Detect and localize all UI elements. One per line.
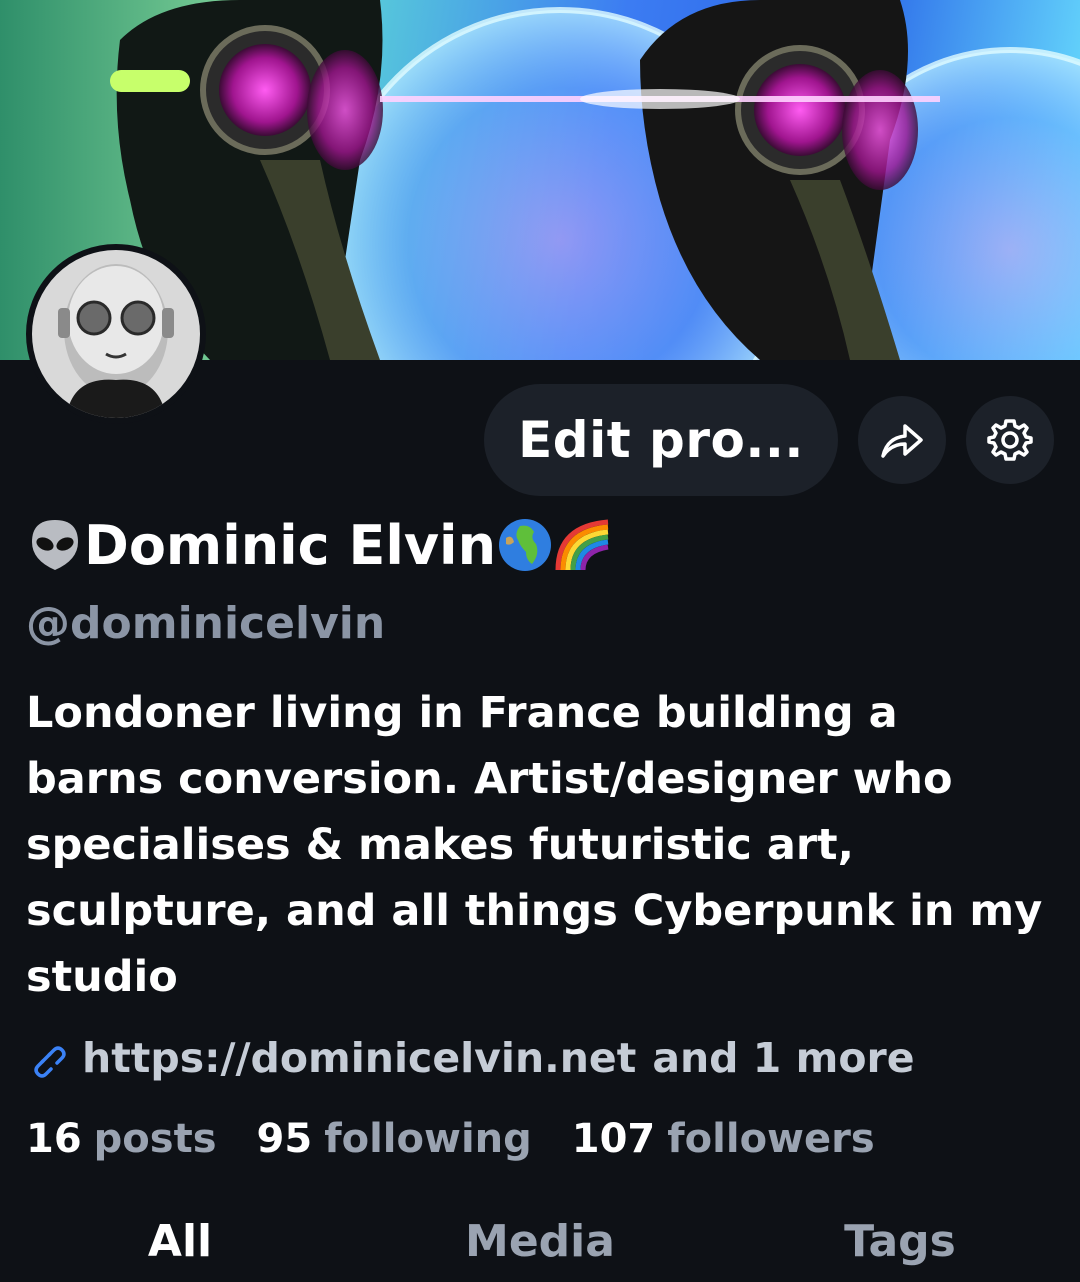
following-number: 95 xyxy=(256,1116,313,1162)
alien-icon xyxy=(26,516,84,574)
posts-count[interactable]: 16 posts xyxy=(26,1116,217,1162)
profile-actions: Edit pro... xyxy=(484,384,1054,496)
tab-all[interactable]: All xyxy=(148,1216,212,1267)
profile-links: https://dominicelvin.net and 1 more xyxy=(26,1034,915,1082)
profile-stats: 16 posts 95 following 107 followers xyxy=(26,1116,915,1162)
rainbow-icon xyxy=(554,516,612,574)
tab-media[interactable]: Media xyxy=(465,1216,615,1267)
globe-europe-africa-icon xyxy=(496,516,554,574)
posts-number: 16 xyxy=(26,1116,82,1162)
display-name: Dominic Elvin xyxy=(26,508,612,582)
profile-bio: Londoner living in France building a bar… xyxy=(26,688,1043,1002)
followers-label: followers xyxy=(667,1116,875,1162)
avatar-image xyxy=(32,250,200,418)
following-count[interactable]: 95 following xyxy=(257,1116,532,1162)
display-name-text: Dominic Elvin xyxy=(84,513,497,577)
tab-tags[interactable]: Tags xyxy=(844,1216,956,1267)
website-link[interactable]: https://dominicelvin.net xyxy=(82,1034,636,1082)
share-icon xyxy=(881,424,923,458)
posts-label: posts xyxy=(93,1116,217,1162)
following-label: following xyxy=(324,1116,532,1162)
followers-number: 107 xyxy=(571,1116,656,1162)
profile-tabs: All Media Tags xyxy=(0,1206,1080,1282)
gear-icon xyxy=(987,419,1033,461)
settings-button[interactable] xyxy=(966,396,1054,484)
followers-count[interactable]: 107 followers xyxy=(572,1116,875,1162)
user-handle: @dominicelvin xyxy=(26,598,386,649)
share-button[interactable] xyxy=(858,396,946,484)
edit-profile-button[interactable]: Edit pro... xyxy=(484,384,838,496)
more-links-button[interactable]: and 1 more xyxy=(652,1034,914,1082)
avatar[interactable] xyxy=(26,244,206,424)
link-icon xyxy=(26,1038,66,1078)
